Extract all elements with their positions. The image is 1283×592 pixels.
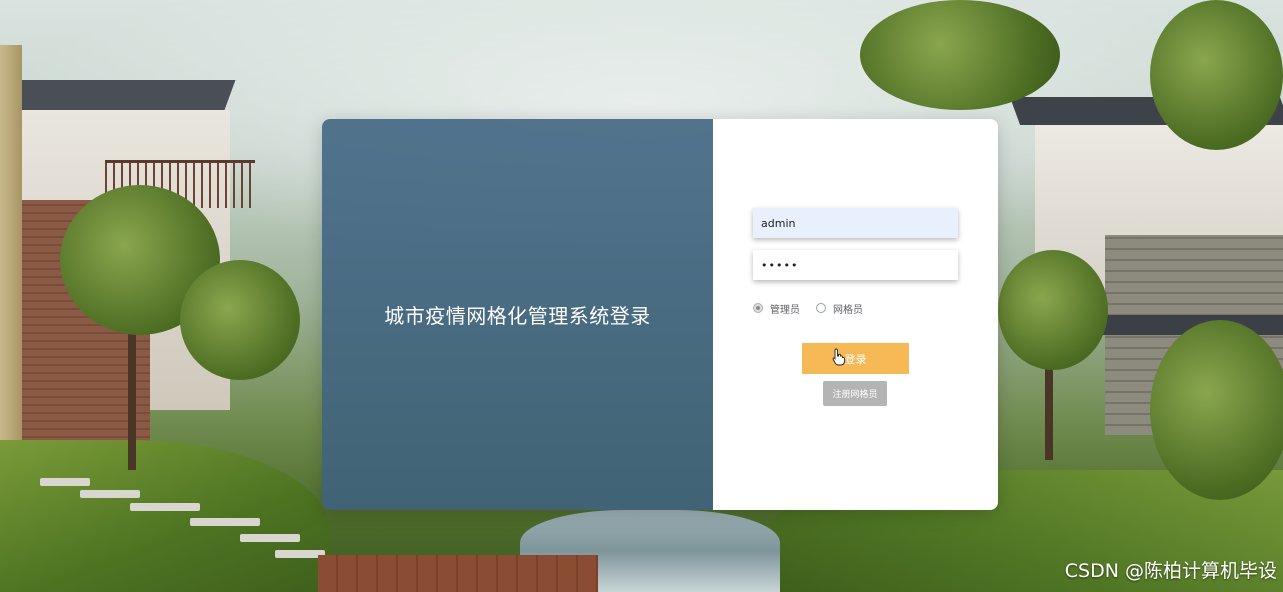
login-card: 城市疫情网格化管理系统登录 管理员 网格员 登录 [322, 119, 998, 510]
role-admin-label: 管理员 [770, 304, 800, 316]
login-card-banner: 城市疫情网格化管理系统登录 [322, 119, 713, 510]
hand-pointer-icon [832, 348, 845, 366]
password-input[interactable] [753, 250, 958, 280]
register-grid-member-button[interactable]: 注册网格员 [823, 381, 887, 406]
background-tree [1150, 0, 1283, 150]
login-page: 城市疫情网格化管理系统登录 管理员 网格员 登录 [0, 0, 1283, 592]
csdn-watermark: CSDN @陈柏计算机毕设 [1064, 560, 1277, 582]
role-admin-radio[interactable]: 管理员 [753, 301, 800, 316]
role-grid-member-radio[interactable]: 网格员 [816, 301, 863, 316]
background-deck [318, 555, 598, 592]
background-tree [998, 250, 1108, 370]
login-button[interactable]: 登录 [802, 343, 909, 374]
register-button-label: 注册网格员 [832, 390, 878, 400]
login-title: 城市疫情网格化管理系统登录 [384, 304, 651, 328]
role-radio-group: 管理员 网格员 [753, 301, 879, 316]
login-button-label: 登录 [844, 352, 867, 366]
background-tree [1150, 320, 1283, 500]
username-input[interactable] [753, 208, 958, 238]
login-form: 管理员 网格员 登录 注册网格员 [713, 119, 998, 510]
background-steps [40, 470, 340, 590]
background-tree [860, 0, 1060, 110]
radio-checked-icon[interactable] [753, 303, 763, 313]
background-tree [180, 260, 300, 380]
role-grid-member-label: 网格员 [833, 304, 863, 316]
radio-unchecked-icon[interactable] [816, 303, 826, 313]
